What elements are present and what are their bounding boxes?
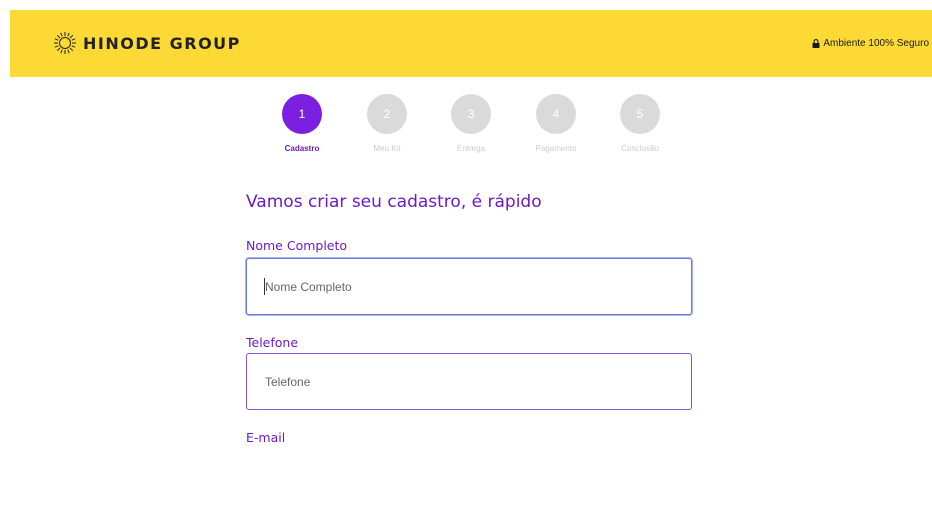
step-conclusao[interactable]: 5 Conclusão bbox=[598, 94, 682, 153]
step-label: Meu Kit bbox=[373, 144, 401, 153]
sunburst-logo-icon bbox=[54, 32, 76, 54]
email-label: E-mail bbox=[246, 430, 286, 445]
step-number: 2 bbox=[367, 94, 407, 134]
full-name-input[interactable] bbox=[246, 258, 692, 315]
site-header: HINODE GROUP Ambiente 100% Seguro bbox=[10, 10, 932, 77]
step-number: 5 bbox=[620, 94, 660, 134]
step-pagamento[interactable]: 4 Pagamento bbox=[514, 94, 598, 153]
text-cursor bbox=[264, 278, 265, 295]
full-name-label: Nome Completo bbox=[246, 238, 348, 253]
step-label: Cadastro bbox=[284, 144, 320, 153]
step-number: 3 bbox=[451, 94, 491, 134]
step-cadastro[interactable]: 1 Cadastro bbox=[260, 94, 344, 153]
phone-label: Telefone bbox=[246, 335, 299, 350]
step-entrega[interactable]: 3 Entrega bbox=[429, 94, 513, 153]
step-meu-kit[interactable]: 2 Meu Kit bbox=[345, 94, 429, 153]
brand-name: HINODE GROUP bbox=[83, 33, 241, 53]
lock-icon bbox=[812, 39, 820, 48]
step-label: Pagamento bbox=[535, 144, 577, 153]
form-title: Vamos criar seu cadastro, é rápido bbox=[246, 192, 542, 212]
phone-input[interactable] bbox=[246, 353, 692, 410]
secure-text: Ambiente 100% Seguro bbox=[823, 38, 929, 49]
brand-logo[interactable]: HINODE GROUP bbox=[53, 31, 241, 55]
step-label: Entrega bbox=[456, 144, 486, 153]
step-number: 4 bbox=[536, 94, 576, 134]
step-label: Conclusão bbox=[621, 144, 659, 153]
step-number: 1 bbox=[282, 94, 322, 134]
secure-environment-badge: Ambiente 100% Seguro bbox=[812, 38, 929, 49]
checkout-page: HINODE GROUP Ambiente 100% Seguro 1 Cada… bbox=[0, 0, 932, 515]
checkout-stepper: 1 Cadastro 2 Meu Kit 3 Entrega 4 Pagamen… bbox=[260, 94, 680, 164]
